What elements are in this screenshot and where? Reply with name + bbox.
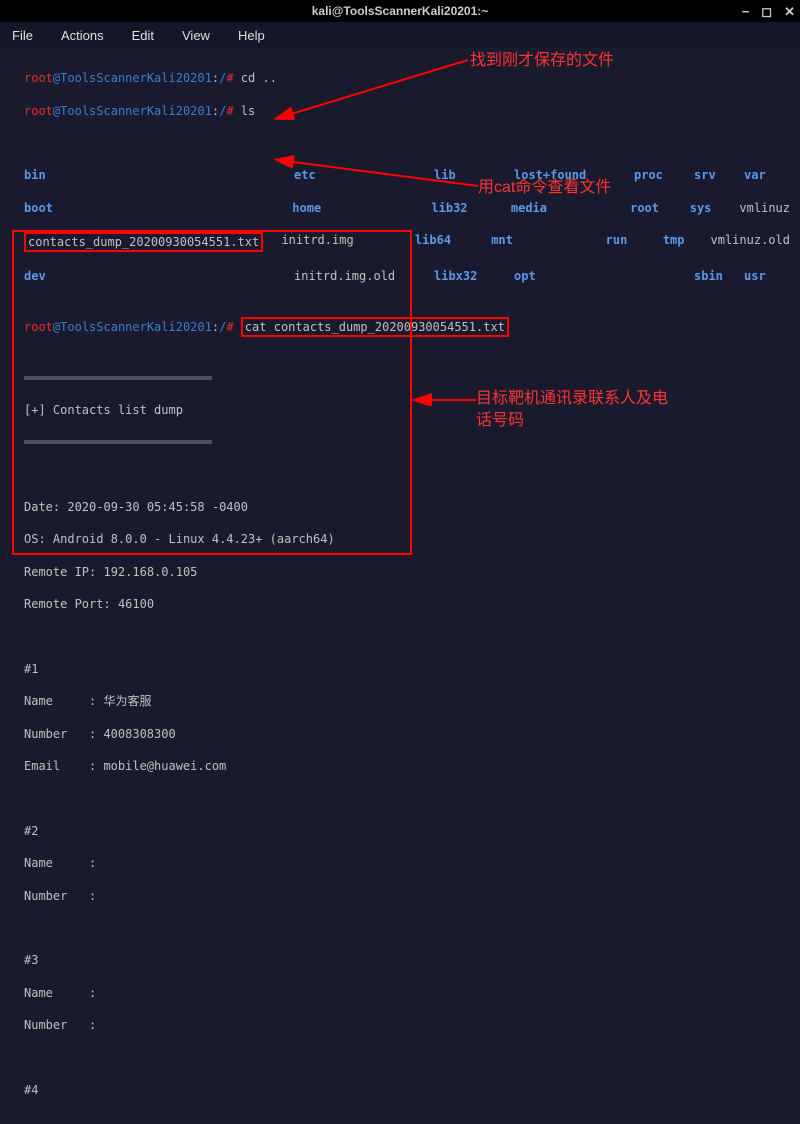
dump-remote-ip: Remote IP: 192.168.0.105 [24,564,790,580]
contact-id: #2 [24,823,790,839]
titlebar: kali@ToolsScannerKali20201:~ − ◻ ✕ [0,0,800,22]
annotation-find-file: 找到刚才保存的文件 [470,50,614,72]
contact-number: Number: 4008308300 [24,726,790,742]
prompt-user: root [24,71,53,85]
dump-remote-port: Remote Port: 46100 [24,596,790,612]
contact-id: #4 [24,1082,790,1098]
prompt-host: ToolsScannerKali20201 [60,71,212,85]
maximize-button[interactable]: ◻ [761,5,772,18]
menu-file[interactable]: File [12,28,33,43]
contact-id: #1 [24,661,790,677]
annotation-cat-cmd: 用cat命令查看文件 [478,177,611,199]
contact-name: Name: [24,985,790,1001]
close-button[interactable]: ✕ [784,5,795,18]
command-ls: ls [241,104,255,118]
dump-highlight-box [12,230,412,555]
menu-edit[interactable]: Edit [132,28,154,43]
menu-actions[interactable]: Actions [61,28,104,43]
prompt-line-cd: root@ToolsScannerKali20201:/# cd .. [24,70,790,86]
contact-number: Number: [24,1017,790,1033]
menu-help[interactable]: Help [238,28,265,43]
ls-row: boothomelib32mediarootsysvmlinuz [24,200,790,216]
contact-name: Name: [24,855,790,871]
command-cd: cd .. [241,71,277,85]
minimize-button[interactable]: − [742,5,750,18]
menu-view[interactable]: View [182,28,210,43]
contact-email: Email: mobile@huawei.com [24,758,790,774]
contact-id: #3 [24,952,790,968]
menubar: File Actions Edit View Help [0,22,800,48]
contact-number: Number: [24,888,790,904]
ls-item: bin [24,167,294,183]
contact-name: Name: 华为客服 [24,693,790,709]
terminal[interactable]: root@ToolsScannerKali20201:/# cd .. root… [0,48,800,1124]
annotation-contacts-info: 目标靶机通讯录联系人及电话号码 [476,388,676,433]
prompt-line-ls: root@ToolsScannerKali20201:/# ls [24,103,790,119]
ls-row: binetcliblost+foundprocsrvvar [24,167,790,183]
window-title: kali@ToolsScannerKali20201:~ [312,4,489,18]
